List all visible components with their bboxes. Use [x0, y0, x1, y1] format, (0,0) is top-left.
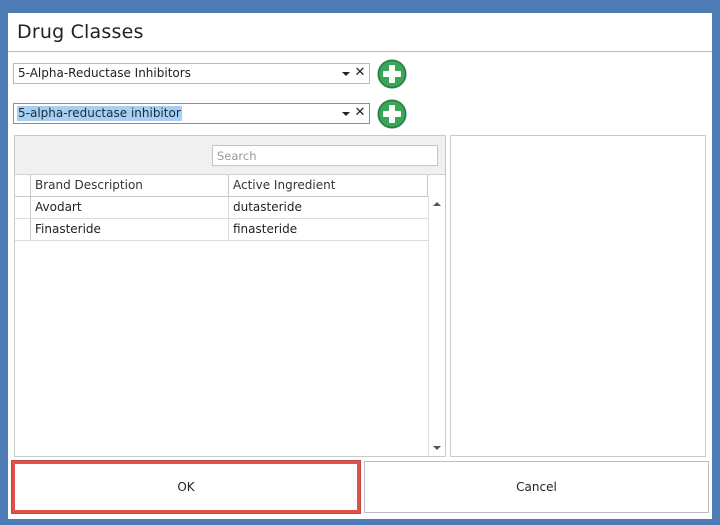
column-header-brand-description[interactable]: Brand Description	[31, 175, 229, 196]
drug-class-value: 5-Alpha-Reductase Inhibitors	[18, 66, 191, 80]
drug-class-combo[interactable]: 5-Alpha-Reductase Inhibitors ✕	[13, 63, 370, 84]
column-header-active-ingredient[interactable]: Active Ingredient	[229, 175, 428, 196]
chevron-down-icon[interactable]	[341, 67, 351, 81]
close-icon[interactable]: ✕	[354, 65, 366, 81]
scroll-down-icon[interactable]	[429, 440, 445, 456]
active-ingredient-cell[interactable]: dutasteride	[229, 197, 428, 218]
cancel-button[interactable]: Cancel	[364, 461, 709, 513]
vertical-scrollbar[interactable]	[428, 196, 445, 456]
table-row[interactable]: Avodart dutasteride	[15, 197, 428, 219]
drug-grid: Brand Description Active Ingredient Avod…	[14, 135, 446, 457]
chevron-down-icon[interactable]	[341, 107, 351, 121]
plus-circle-icon[interactable]	[377, 59, 407, 89]
title-divider	[8, 51, 712, 52]
row-indicator[interactable]	[15, 197, 31, 218]
details-panel	[450, 135, 706, 457]
search-input[interactable]	[212, 145, 438, 166]
drug-classes-dialog: Drug Classes 5-Alpha-Reductase Inhibitor…	[8, 13, 712, 519]
active-ingredient-cell[interactable]: finasteride	[229, 219, 428, 240]
grid-header: Brand Description Active Ingredient	[15, 175, 445, 197]
ok-button[interactable]: OK	[12, 461, 360, 513]
plus-circle-icon[interactable]	[377, 99, 407, 129]
drug-subclass-combo[interactable]: 5-alpha-reductase inhibitor ✕	[13, 103, 370, 124]
brand-description-cell[interactable]: Finasteride	[31, 219, 229, 240]
drug-subclass-value[interactable]: 5-alpha-reductase inhibitor	[17, 106, 182, 121]
grid-toolbar	[15, 136, 445, 175]
dialog-title: Drug Classes	[17, 21, 144, 43]
table-row[interactable]: Finasteride finasteride	[15, 219, 428, 241]
close-icon[interactable]: ✕	[354, 105, 366, 121]
brand-description-cell[interactable]: Avodart	[31, 197, 229, 218]
row-indicator-header	[15, 175, 31, 196]
row-indicator[interactable]	[15, 219, 31, 240]
scroll-up-icon[interactable]	[429, 196, 445, 212]
